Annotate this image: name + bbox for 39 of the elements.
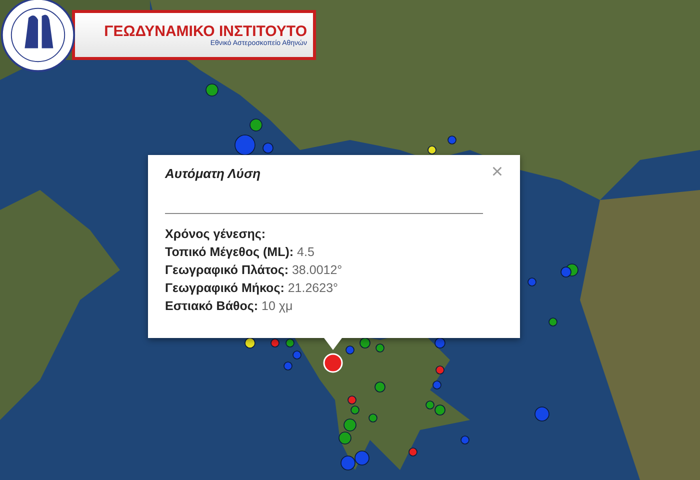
earthquake-marker[interactable] <box>234 134 256 156</box>
earthquake-marker[interactable] <box>348 396 356 404</box>
field-value: 4.5 <box>297 245 314 259</box>
earthquake-marker[interactable] <box>426 400 434 410</box>
earthquake-marker[interactable] <box>408 448 418 456</box>
earthquake-marker[interactable] <box>270 338 280 348</box>
earthquake-marker[interactable] <box>528 278 536 286</box>
earthquake-marker[interactable] <box>448 136 456 144</box>
earthquake-marker[interactable] <box>284 362 292 370</box>
field-label: Γεωγραφικό Πλάτος: <box>165 263 288 277</box>
earthquake-marker[interactable] <box>344 418 356 432</box>
earthquake-marker[interactable] <box>354 450 370 466</box>
earthquake-marker[interactable] <box>338 432 352 444</box>
field-label: Τοπικό Μέγεθος (ML): <box>165 245 294 259</box>
earthquake-marker[interactable] <box>286 338 294 348</box>
earthquake-marker[interactable] <box>250 118 262 132</box>
earthquake-marker[interactable] <box>340 456 356 470</box>
earthquake-marker[interactable] <box>292 350 302 360</box>
logo-title: ΓΕΩΔΥΝΑΜΙΚΟ ΙΝΣΤΙΤΟΥΤΟ <box>104 23 307 40</box>
field-label: Γεωγραφικό Μήκος: <box>165 281 284 295</box>
field-value: 10 χμ <box>262 299 293 313</box>
earthquake-marker[interactable] <box>534 406 550 422</box>
earthquake-marker[interactable] <box>432 380 442 390</box>
seal-icon <box>0 0 76 73</box>
field-value: 21.2623° <box>288 281 338 295</box>
earthquake-marker[interactable] <box>368 414 378 422</box>
earthquake-marker[interactable] <box>548 318 558 326</box>
earthquake-marker[interactable] <box>206 84 218 96</box>
field-value: 38.0012° <box>292 263 342 277</box>
field-label: Εστιακό Βάθος: <box>165 299 258 313</box>
close-button[interactable]: × <box>491 164 503 180</box>
earthquake-marker[interactable] <box>346 346 354 354</box>
earthquake-marker[interactable] <box>350 406 360 414</box>
popup-title: Αυτόματη Λύση <box>165 166 261 181</box>
earthquake-marker[interactable] <box>460 436 470 444</box>
earthquake-marker[interactable] <box>428 146 436 154</box>
earthquake-marker[interactable] <box>376 344 384 352</box>
earthquake-marker[interactable] <box>436 366 444 374</box>
field-label: Χρόνος γένεσης: <box>165 227 266 241</box>
